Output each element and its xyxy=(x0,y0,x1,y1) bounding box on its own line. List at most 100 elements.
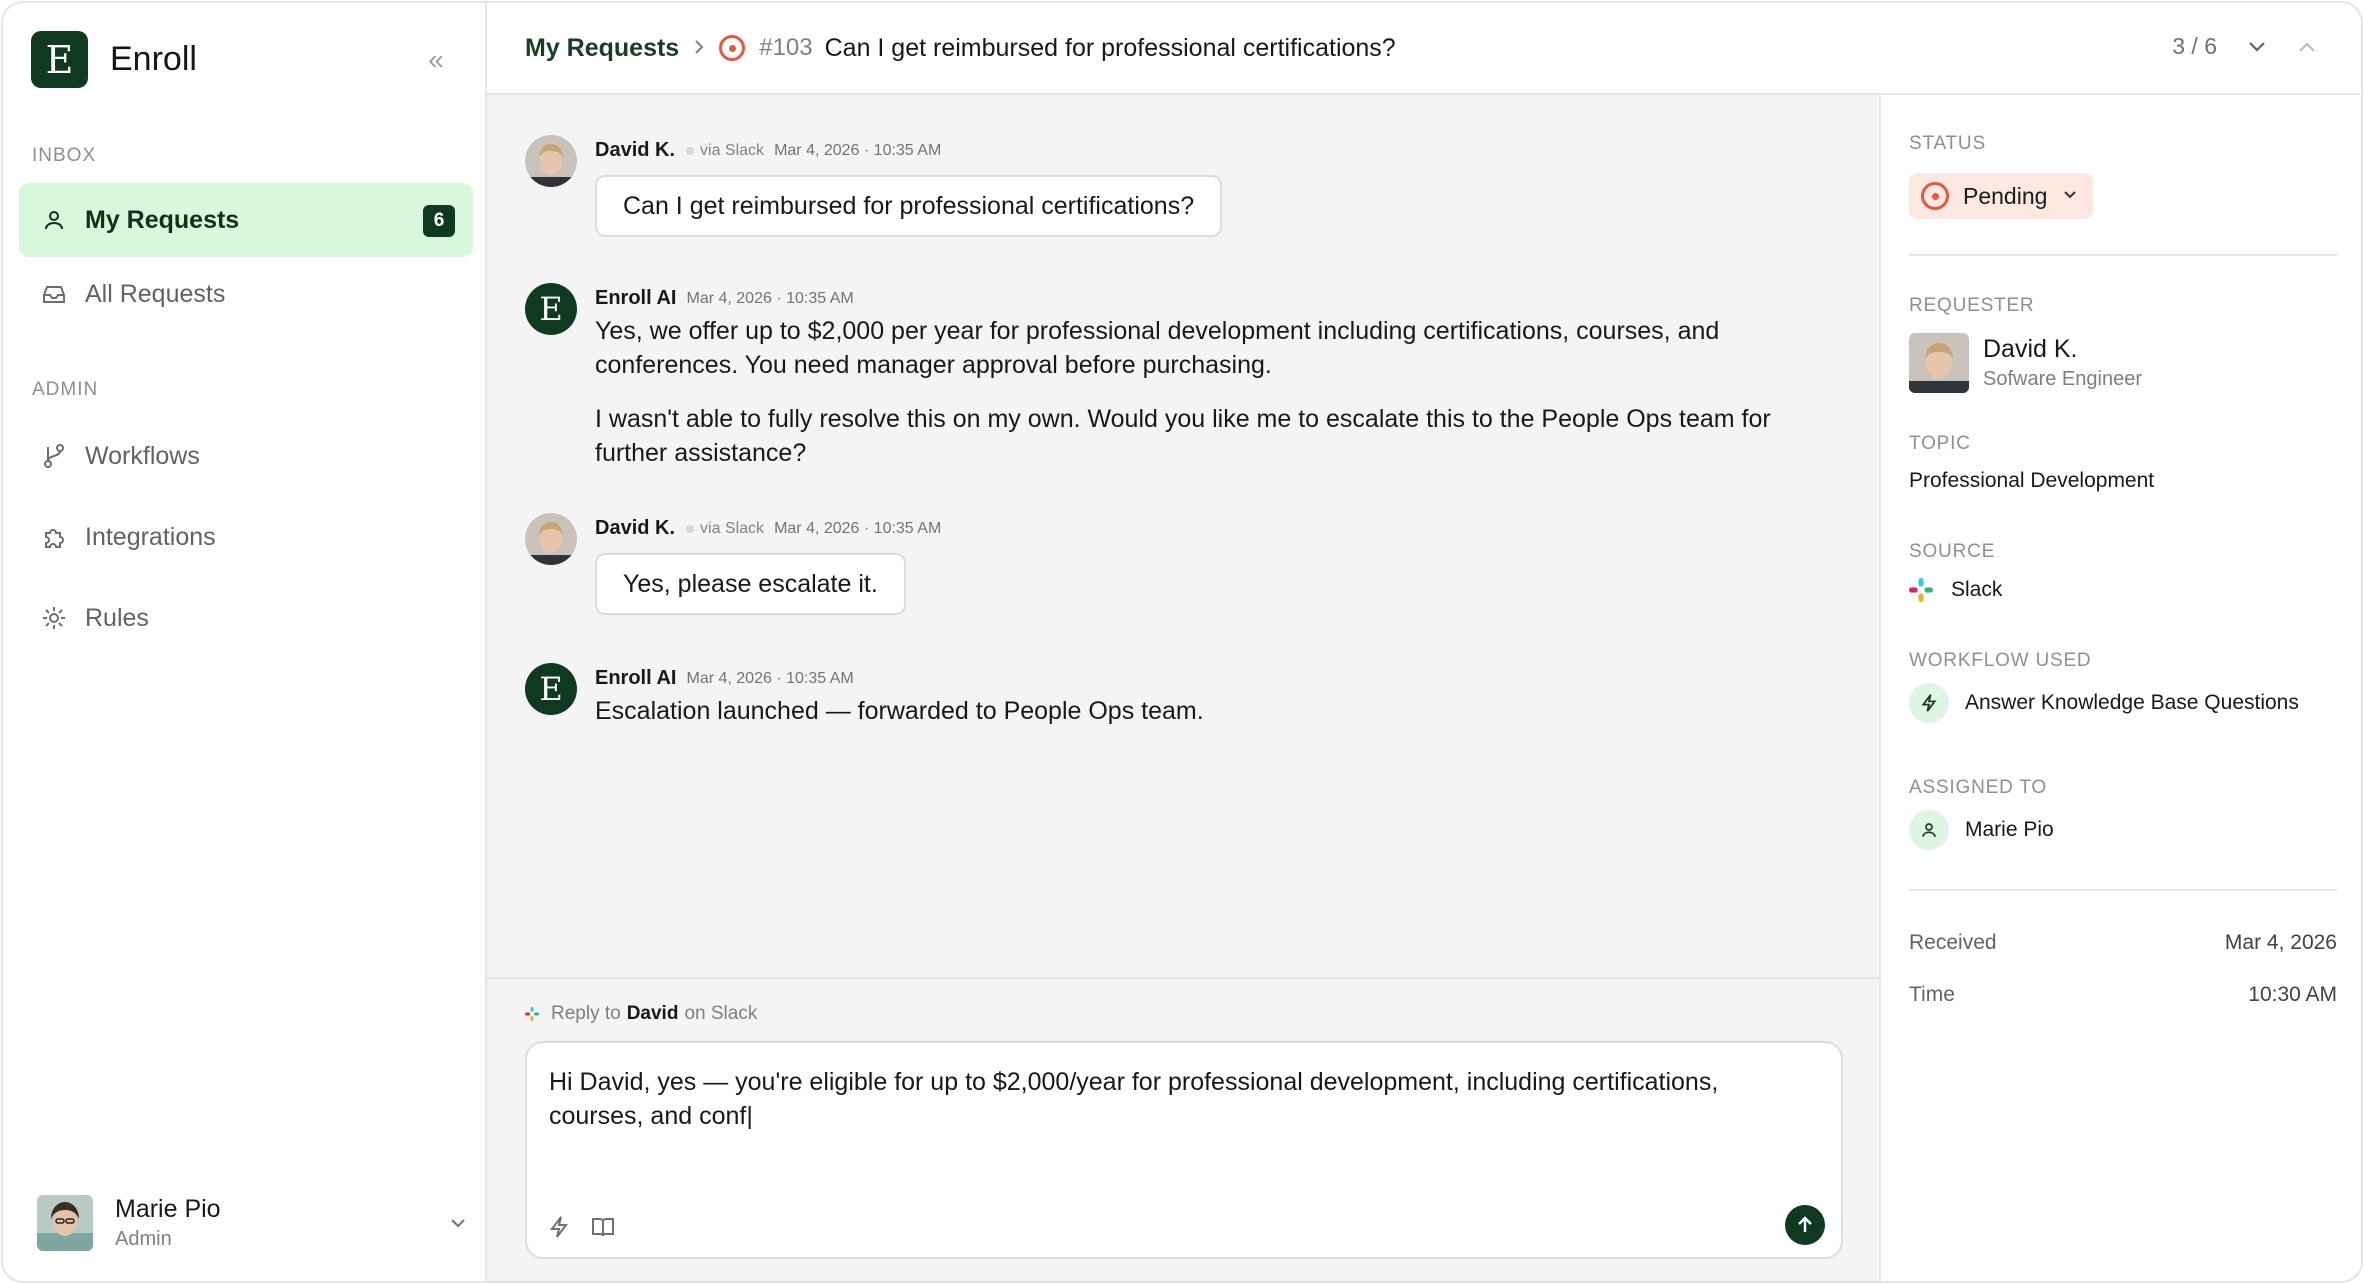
reply-target: Reply to David on Slack xyxy=(525,1003,757,1025)
source-name: Slack xyxy=(1951,578,2003,601)
requester-name: David K. xyxy=(1983,335,2078,363)
requester-card[interactable]: David K. Sofware Engineer xyxy=(1909,333,2142,393)
workflow-name: Answer Knowledge Base Questions xyxy=(1965,691,2299,714)
divider xyxy=(1909,889,2337,891)
sidebar-item-label: Rules xyxy=(85,603,149,632)
sidebar-item-label: My Requests xyxy=(85,205,240,234)
app-name: Enroll xyxy=(110,40,197,78)
time-row: Time 10:30 AM xyxy=(1909,983,2337,1007)
sidebar-item-workflows[interactable]: Workflows xyxy=(19,419,473,493)
reply-composer-area: Reply to David on Slack Hi David, yes — … xyxy=(487,977,1881,1281)
inbox-icon xyxy=(39,279,69,309)
via-source: via Slack xyxy=(685,142,764,160)
avatar xyxy=(525,513,577,565)
received-label: Received xyxy=(1909,931,1997,954)
brand[interactable]: E Enroll xyxy=(31,31,197,88)
message-author: David K. xyxy=(595,517,676,539)
message-paragraph: I wasn't able to fully resolve this on m… xyxy=(595,405,1771,467)
pending-status-icon xyxy=(719,35,746,61)
avatar xyxy=(525,135,577,187)
conversation-thread: David K. via Slack Mar 4, 2026 · 10:35 A… xyxy=(487,95,1881,977)
user-role: Admin xyxy=(115,1228,172,1250)
sidebar-item-rules[interactable]: Rules xyxy=(19,581,473,655)
slack-icon xyxy=(686,524,695,533)
received-row: Received Mar 4, 2026 xyxy=(1909,931,2337,955)
workflow-value[interactable]: Answer Knowledge Base Questions xyxy=(1909,683,2299,723)
enroll-ai-avatar: E xyxy=(525,663,577,715)
enroll-ai-avatar: E xyxy=(525,283,577,335)
assignee-name: Marie Pio xyxy=(1965,818,2054,841)
branch-icon xyxy=(39,441,69,471)
requester-label: REQUESTER xyxy=(1909,295,2035,316)
via-source: via Slack xyxy=(685,520,764,538)
topic-label: TOPIC xyxy=(1909,433,1971,454)
sidebar-item-all-requests[interactable]: All Requests xyxy=(19,257,473,331)
chevron-down-icon xyxy=(2063,187,2077,205)
reply-draft-text[interactable]: Hi David, yes — you're eligible for up t… xyxy=(549,1065,1809,1133)
send-button[interactable] xyxy=(1785,1205,1825,1245)
message-author: Enroll AI xyxy=(595,287,677,309)
topic-value: Professional Development xyxy=(1909,469,2155,492)
section-label-admin: ADMIN xyxy=(32,379,99,400)
breadcrumb-my-requests[interactable]: My Requests xyxy=(525,34,679,63)
slack-icon xyxy=(686,146,695,155)
via-label: via Slack xyxy=(700,519,765,537)
pending-status-icon xyxy=(1921,182,1949,210)
user-icon xyxy=(39,205,69,235)
ticket-details-panel: STATUS Pending REQUESTER David K. Sofwar… xyxy=(1881,95,2361,1281)
source-value: Slack xyxy=(1909,578,2002,602)
reply-recipient: David xyxy=(626,1003,679,1024)
message-timestamp: Mar 4, 2026 · 10:35 AM xyxy=(686,669,854,687)
message-author: David K. xyxy=(595,139,676,161)
sidebar-item-label: All Requests xyxy=(85,279,226,308)
message-bubble: Can I get reimbursed for professional ce… xyxy=(595,175,1223,237)
user-name: Marie Pio xyxy=(115,1195,221,1223)
next-ticket-chevron-down-icon[interactable] xyxy=(2247,34,2267,60)
lightning-icon[interactable] xyxy=(545,1213,573,1241)
status-label: STATUS xyxy=(1909,133,1986,154)
message-bubble: Yes, please escalate it. xyxy=(595,553,906,615)
sidebar-item-integrations[interactable]: Integrations xyxy=(19,500,473,574)
avatar xyxy=(1909,333,1969,393)
source-label: SOURCE xyxy=(1909,541,1996,562)
reply-input[interactable]: Hi David, yes — you're eligible for up t… xyxy=(525,1041,1843,1259)
assigned-label: ASSIGNED TO xyxy=(1909,777,2047,798)
book-icon[interactable] xyxy=(589,1213,617,1241)
reply-suffix: on Slack xyxy=(684,1003,758,1024)
puzzle-icon xyxy=(39,522,69,552)
current-user-menu[interactable]: Marie Pio Admin xyxy=(37,1193,467,1253)
workflow-label: WORKFLOW USED xyxy=(1909,650,2092,671)
slack-icon xyxy=(1909,578,1933,602)
avatar xyxy=(37,1195,93,1251)
time-label: Time xyxy=(1909,983,1955,1006)
ticket-title: Can I get reimbursed for professional ce… xyxy=(824,33,1396,62)
gear-icon xyxy=(39,603,69,633)
message-paragraph: Escalation launched — forwarded to Peopl… xyxy=(595,697,1204,725)
ticket-header: My Requests #103 Can I get reimbursed fo… xyxy=(487,3,2361,95)
ticket-id: #103 xyxy=(759,34,813,61)
message-timestamp: Mar 4, 2026 · 10:35 AM xyxy=(774,141,942,159)
message-timestamp: Mar 4, 2026 · 10:35 AM xyxy=(774,519,942,537)
status-dropdown[interactable]: Pending xyxy=(1909,173,2094,219)
sidebar: E Enroll « INBOX My Requests 6 All Reque… xyxy=(3,3,487,1281)
message-author: Enroll AI xyxy=(595,667,677,689)
via-label: via Slack xyxy=(700,141,765,159)
ticket-pager: 3 / 6 xyxy=(2172,33,2317,60)
divider xyxy=(1909,254,2337,256)
received-value: Mar 4, 2026 xyxy=(2224,931,2337,954)
prev-ticket-chevron-up-icon[interactable] xyxy=(2297,34,2317,60)
assignee-value[interactable]: Marie Pio xyxy=(1909,810,2054,850)
app-logo: E xyxy=(31,31,88,88)
requester-role: Sofware Engineer xyxy=(1983,368,2142,390)
collapse-sidebar-icon[interactable]: « xyxy=(419,43,453,77)
chevron-right-icon xyxy=(693,35,705,61)
chevron-down-icon[interactable] xyxy=(449,1209,467,1235)
sidebar-item-my-requests[interactable]: My Requests 6 xyxy=(19,183,473,257)
slack-icon xyxy=(525,1007,539,1021)
sidebar-item-label: Integrations xyxy=(85,522,216,551)
sidebar-item-label: Workflows xyxy=(85,441,200,470)
app-window: E Enroll « INBOX My Requests 6 All Reque… xyxy=(1,1,2363,1283)
reply-prefix: Reply to xyxy=(551,1003,621,1024)
composer-toolbar xyxy=(545,1213,617,1241)
lightning-icon xyxy=(1909,683,1949,723)
